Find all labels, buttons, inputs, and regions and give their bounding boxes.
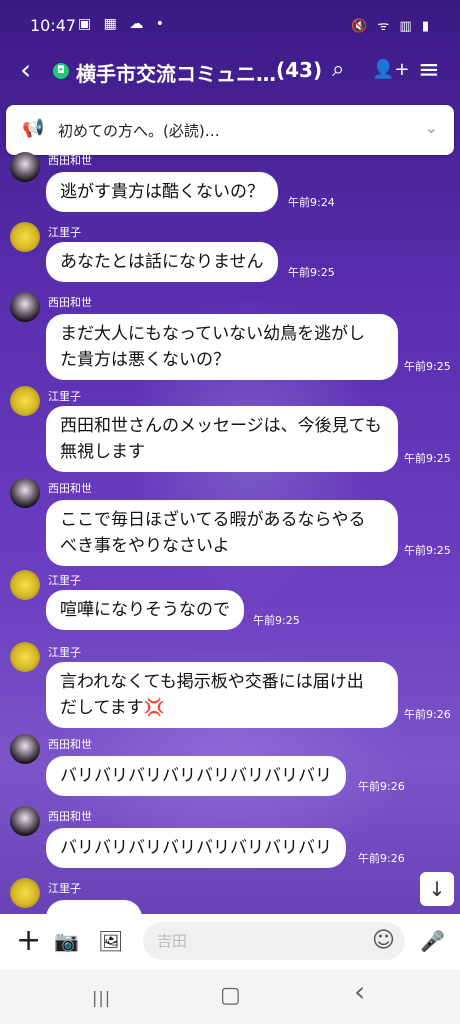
message-time: 午前9:25 (253, 614, 300, 627)
message-time: 午前9:26 (358, 852, 405, 865)
avatar[interactable] (10, 806, 40, 836)
sender-name: 江里子 (48, 226, 81, 239)
avatar[interactable] (10, 734, 40, 764)
sender-name: 西田和世 (48, 810, 92, 823)
message-time: 午前9:26 (404, 708, 451, 721)
message-line: だしてます💢 (60, 698, 165, 718)
message-input-bar: + 📷 🖼 ☺ 🎤 (0, 914, 460, 970)
sender-name: 江里子 (48, 390, 81, 403)
scroll-down-icon[interactable]: ↓ (420, 872, 454, 906)
message-bubble[interactable]: バリバリバリバリバリバリバリバリ (46, 756, 346, 796)
message-bubble[interactable]: 西田和世さんのメッセージは、今後見ても 無視します (46, 406, 398, 472)
message-line: た貴方は悪くないの？ (60, 350, 230, 370)
status-time: 10:47 (30, 16, 77, 35)
recents-icon[interactable]: ||| (92, 986, 111, 1010)
message-bubble[interactable]: ・・・・ (46, 900, 142, 914)
message-line: 無視します (60, 442, 145, 462)
microphone-icon[interactable]: 🎤 (420, 926, 445, 956)
message-line: べき事をやりなさいよ (60, 536, 230, 556)
system-navigation-bar: ||| ▢ ‹ (0, 970, 460, 1024)
image-icon[interactable]: 🖼 (98, 926, 123, 956)
message-bubble[interactable]: バリバリバリバリバリバリバリバリ (46, 828, 346, 868)
menu-icon[interactable]: ≡ (418, 57, 440, 83)
message-time: 午前9:25 (404, 452, 451, 465)
status-bar: 10:47 ▣ ▦ ☁ • 🔇 ᯤ ▥ ▮ (0, 0, 460, 52)
chat-header: ‹ ◘ 横手市交流コミュニ… (43) ⌕ 👤+ ≡ (0, 52, 460, 92)
notification-icons: ▣ ▦ ☁ • (78, 16, 169, 32)
message-bubble[interactable]: 言われなくても掲示板や交番には届け出 だしてます💢 (46, 662, 398, 728)
message-time: 午前9:25 (404, 544, 451, 557)
member-count: (43) (276, 58, 323, 82)
megaphone-icon: 📢 (22, 118, 45, 139)
avatar[interactable] (10, 642, 40, 672)
sender-name: 江里子 (48, 574, 81, 587)
avatar[interactable] (10, 222, 40, 252)
sender-name: 西田和世 (48, 482, 92, 495)
back-arrow-icon[interactable]: ‹ (20, 56, 31, 84)
add-friend-icon[interactable]: 👤+ (372, 58, 410, 82)
avatar[interactable] (10, 570, 40, 600)
message-input[interactable] (143, 922, 405, 960)
message-line: まだ大人にもなっていない幼鳥を逃がし (60, 324, 366, 344)
announcement-banner[interactable]: 📢 初めての方へ。(必読)… ⌄ (6, 105, 454, 155)
emoji-icon[interactable]: ☺ (372, 928, 395, 954)
message-bubble[interactable]: あなたとは話になりません (46, 242, 278, 282)
message-bubble[interactable]: まだ大人にもなっていない幼鳥を逃がし た貴方は悪くないの？ (46, 314, 398, 380)
camera-icon[interactable]: 📷 (54, 926, 79, 956)
plus-icon[interactable]: + (16, 926, 41, 956)
avatar[interactable] (10, 152, 40, 182)
message-time: 午前9:25 (404, 360, 451, 373)
message-bubble[interactable]: ここで毎日ほざいてる暇があるならやる べき事をやりなさいよ (46, 500, 398, 566)
avatar[interactable] (10, 386, 40, 416)
open-chat-badge-icon: ◘ (53, 63, 69, 79)
message-line: 西田和世さんのメッセージは、今後見ても (60, 416, 382, 436)
avatar[interactable] (10, 292, 40, 322)
message-item: 江里子 ・・・・ (0, 878, 460, 914)
home-icon[interactable]: ▢ (220, 984, 241, 1008)
nav-back-icon[interactable]: ‹ (354, 978, 365, 1006)
sender-name: 西田和世 (48, 296, 92, 309)
search-icon[interactable]: ⌕ (332, 58, 344, 82)
avatar[interactable] (10, 878, 40, 908)
sender-name: 西田和世 (48, 154, 92, 167)
avatar[interactable] (10, 478, 40, 508)
message-line: 言われなくても掲示板や交番には届け出 (60, 672, 364, 692)
message-line: ここで毎日ほざいてる暇があるならやる (60, 510, 366, 530)
sender-name: 西田和世 (48, 738, 92, 751)
chevron-down-icon[interactable]: ⌄ (425, 118, 438, 137)
sender-name: 江里子 (48, 646, 81, 659)
chat-title[interactable]: 横手市交流コミュニ… (76, 58, 276, 87)
sender-name: 江里子 (48, 882, 81, 895)
announcement-text: 初めての方へ。(必読)… (58, 122, 220, 140)
system-status-icons: 🔇 ᯤ ▥ ▮ (351, 19, 432, 34)
message-bubble[interactable]: 逃がす貴方は酷くないの？ (46, 172, 278, 212)
message-bubble[interactable]: 喧嘩になりそうなので (46, 590, 244, 630)
message-time: 午前9:24 (288, 196, 335, 209)
message-time: 午前9:26 (358, 780, 405, 793)
message-time: 午前9:25 (288, 266, 335, 279)
